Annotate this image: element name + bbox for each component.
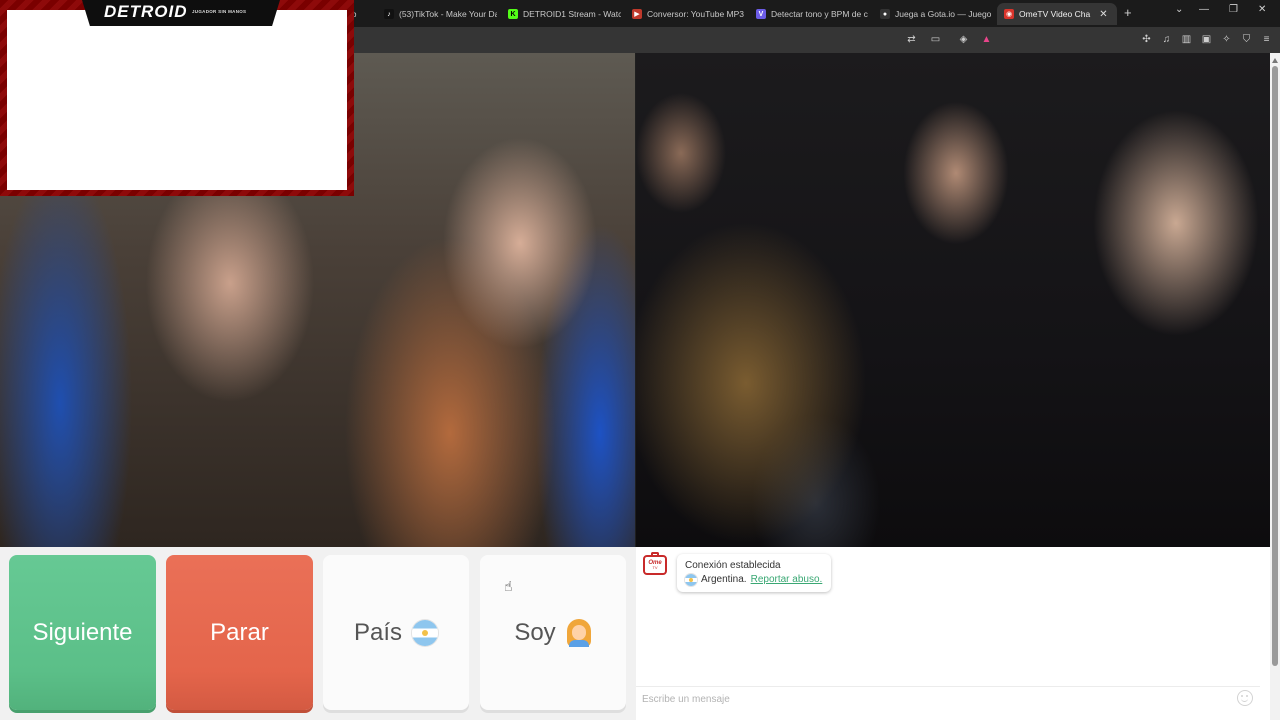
woman-emoji-icon bbox=[566, 618, 592, 647]
gota-icon: ● bbox=[880, 9, 890, 19]
tab-label: Conversor: YouTube MP3 bbox=[647, 9, 745, 19]
gender-button-label: Soy bbox=[514, 618, 556, 646]
emoji-picker-icon[interactable] bbox=[1237, 690, 1253, 706]
close-tab-icon[interactable]: ✕ bbox=[1099, 9, 1107, 20]
streamer-name: DETROID bbox=[104, 2, 188, 21]
menu-icon[interactable]: ≡ bbox=[1260, 33, 1273, 46]
browser-tab-converter[interactable]: ▶ Conversor: YouTube MP3 bbox=[625, 3, 745, 25]
shield-icon[interactable]: ◈ bbox=[957, 33, 970, 46]
extensions-icon[interactable]: ✣ bbox=[1140, 33, 1153, 46]
argentina-flag-icon bbox=[685, 573, 697, 586]
ometv-icon: ◉ bbox=[1004, 9, 1014, 19]
vpn-icon[interactable]: ⛉ bbox=[1240, 33, 1253, 46]
tab-search-button[interactable]: ⌄ bbox=[1175, 4, 1183, 15]
scroll-thumb[interactable] bbox=[1272, 66, 1278, 666]
triangle-icon[interactable]: ▲ bbox=[980, 33, 993, 46]
restore-button[interactable]: ❐ bbox=[1229, 4, 1238, 15]
vocal-icon: V bbox=[756, 9, 766, 19]
streamer-subtitle: JUGADOR SIN MANOS bbox=[192, 9, 247, 14]
translate-icon[interactable]: ⇄ bbox=[905, 33, 918, 46]
country-button[interactable]: País bbox=[323, 555, 469, 710]
ometv-logo-icon: Ome TV bbox=[643, 552, 667, 575]
kick-icon: K bbox=[508, 9, 518, 19]
tab-label: Detectar tono y BPM de c bbox=[771, 9, 868, 19]
chat-input-bar bbox=[636, 686, 1260, 710]
converter-icon: ▶ bbox=[632, 9, 642, 19]
partner-country: Argentina. bbox=[701, 574, 747, 585]
country-button-label: País bbox=[353, 618, 403, 646]
browser-tab-ometv[interactable]: ◉ OmeTV Video Cha ✕ bbox=[997, 3, 1117, 25]
browser-tab-gota[interactable]: ● Juega a Gota.io — Juego bbox=[873, 3, 993, 25]
browser-tab-bpm[interactable]: V Detectar tono y BPM de c bbox=[749, 3, 869, 25]
hand-cursor-icon: ☝ bbox=[504, 578, 513, 594]
remote-video bbox=[636, 53, 1270, 547]
tab-label: DETROID1 Stream - Watc bbox=[523, 9, 621, 19]
sidebar-icon[interactable]: ▥ bbox=[1180, 33, 1193, 46]
wallet-icon[interactable]: ▣ bbox=[1200, 33, 1213, 46]
cast-icon[interactable]: ▭ bbox=[929, 33, 942, 46]
music-icon[interactable]: ♫ bbox=[1160, 33, 1173, 46]
stream-overlay-panel bbox=[7, 10, 347, 190]
new-tab-button[interactable]: + bbox=[1124, 5, 1132, 20]
tab-label: OmeTV Video Cha bbox=[1019, 9, 1091, 19]
scroll-up-icon[interactable] bbox=[1272, 58, 1278, 63]
next-button[interactable]: Siguiente bbox=[9, 555, 156, 710]
minimize-button[interactable]: — bbox=[1199, 4, 1209, 15]
next-button-label: Siguiente bbox=[32, 618, 133, 646]
tab-label: (53)TikTok - Make Your Da bbox=[399, 9, 497, 19]
report-abuse-link[interactable]: Reportar abuso. bbox=[751, 573, 823, 586]
browser-tab-tiktok[interactable]: ♪ (53)TikTok - Make Your Da bbox=[377, 3, 497, 25]
system-message: Conexión establecida Argentina. Reportar… bbox=[677, 554, 831, 592]
gender-button[interactable]: Soy bbox=[480, 555, 626, 710]
browser-tab-kick[interactable]: K DETROID1 Stream - Watc bbox=[501, 3, 621, 25]
argentina-flag-icon bbox=[412, 619, 439, 646]
close-window-button[interactable]: ✕ bbox=[1258, 4, 1266, 15]
tiktok-icon: ♪ bbox=[384, 9, 394, 19]
stop-button[interactable]: Parar bbox=[166, 555, 313, 710]
stop-button-label: Parar bbox=[210, 618, 269, 646]
message-input[interactable] bbox=[642, 691, 1222, 707]
tab-label: Juega a Gota.io — Juego bbox=[895, 9, 992, 19]
ai-icon[interactable]: ✧ bbox=[1220, 33, 1233, 46]
connection-status: Conexión establecida bbox=[685, 560, 781, 571]
